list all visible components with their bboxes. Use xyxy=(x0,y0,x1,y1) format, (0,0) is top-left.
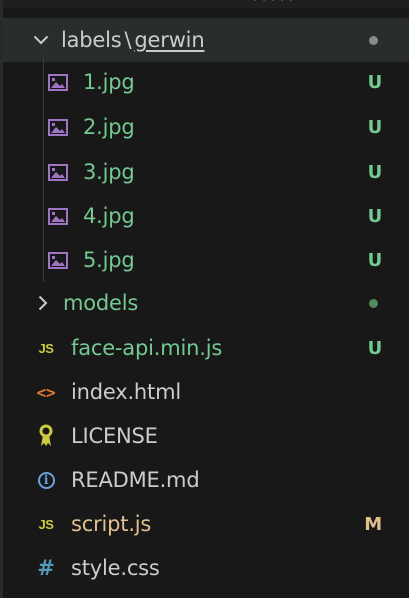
folder-name: models xyxy=(63,291,139,315)
js-file-icon: JS xyxy=(38,340,54,356)
file-row-1-jpg[interactable]: 1.jpg U xyxy=(3,60,409,104)
git-status-badge: U xyxy=(367,337,383,359)
git-status-badge: U xyxy=(367,71,383,93)
folder-status-dot xyxy=(369,298,378,308)
info-icon: i xyxy=(33,469,59,491)
file-name: 4.jpg xyxy=(83,204,135,228)
path-separator: \ xyxy=(124,28,132,52)
git-status-badge: U xyxy=(367,205,383,227)
image-icon xyxy=(45,116,71,138)
file-row-index-html[interactable]: <> index.html xyxy=(3,370,409,414)
file-name: 5.jpg xyxy=(83,248,135,272)
js-file-icon: JS xyxy=(38,516,54,532)
folder-label: labels \ gerwin xyxy=(61,28,205,52)
image-icon xyxy=(45,249,71,271)
folder-status-dot xyxy=(369,35,378,45)
hash-icon: # xyxy=(37,556,55,580)
file-name: 1.jpg xyxy=(83,70,135,94)
image-icon xyxy=(45,71,71,93)
git-status-badge: U xyxy=(367,249,383,271)
folder-parent-name: labels xyxy=(61,28,122,52)
file-name: index.html xyxy=(71,380,181,404)
file-row-license[interactable]: LICENSE xyxy=(3,414,409,458)
file-row-5-jpg[interactable]: 5.jpg U xyxy=(3,238,409,282)
chevron-right-icon[interactable] xyxy=(33,295,53,311)
scrolled-edge: · · · · · xyxy=(3,0,409,9)
file-row-script-js[interactable]: JS script.js M xyxy=(3,502,409,546)
license-file-icon xyxy=(33,424,59,447)
file-row-2-jpg[interactable]: 2.jpg U xyxy=(3,105,409,149)
file-row-3-jpg[interactable]: 3.jpg U xyxy=(3,150,409,194)
file-row-readme-md[interactable]: i README.md xyxy=(3,458,409,502)
folder-row-labels-gerwin[interactable]: labels \ gerwin xyxy=(3,18,409,62)
file-row-style-css[interactable]: # style.css xyxy=(3,546,409,590)
folder-name: gerwin xyxy=(134,28,205,52)
info-glyph: i xyxy=(37,471,55,489)
html-file-icon: <> xyxy=(36,382,56,402)
file-name: 2.jpg xyxy=(83,115,135,139)
file-explorer: · · · · · labels \ gerwin 1.jpg U 2.jpg U … xyxy=(0,0,409,598)
folder-row-models[interactable]: models xyxy=(3,281,409,325)
file-name: script.js xyxy=(71,512,152,536)
file-row-face-api-min-js[interactable]: JS face-api.min.js U xyxy=(3,326,409,370)
image-icon xyxy=(45,205,71,227)
image-icon xyxy=(45,161,71,183)
git-status-badge: U xyxy=(367,116,383,138)
file-name: README.md xyxy=(71,468,200,492)
git-status-badge: M xyxy=(364,513,382,535)
file-name: face-api.min.js xyxy=(71,336,223,360)
file-name: 3.jpg xyxy=(83,160,135,184)
git-status-badge: U xyxy=(367,161,383,183)
file-row-4-jpg[interactable]: 4.jpg U xyxy=(3,194,409,238)
chevron-down-icon[interactable] xyxy=(31,35,51,45)
file-name: style.css xyxy=(71,556,160,580)
file-name: LICENSE xyxy=(71,424,158,448)
